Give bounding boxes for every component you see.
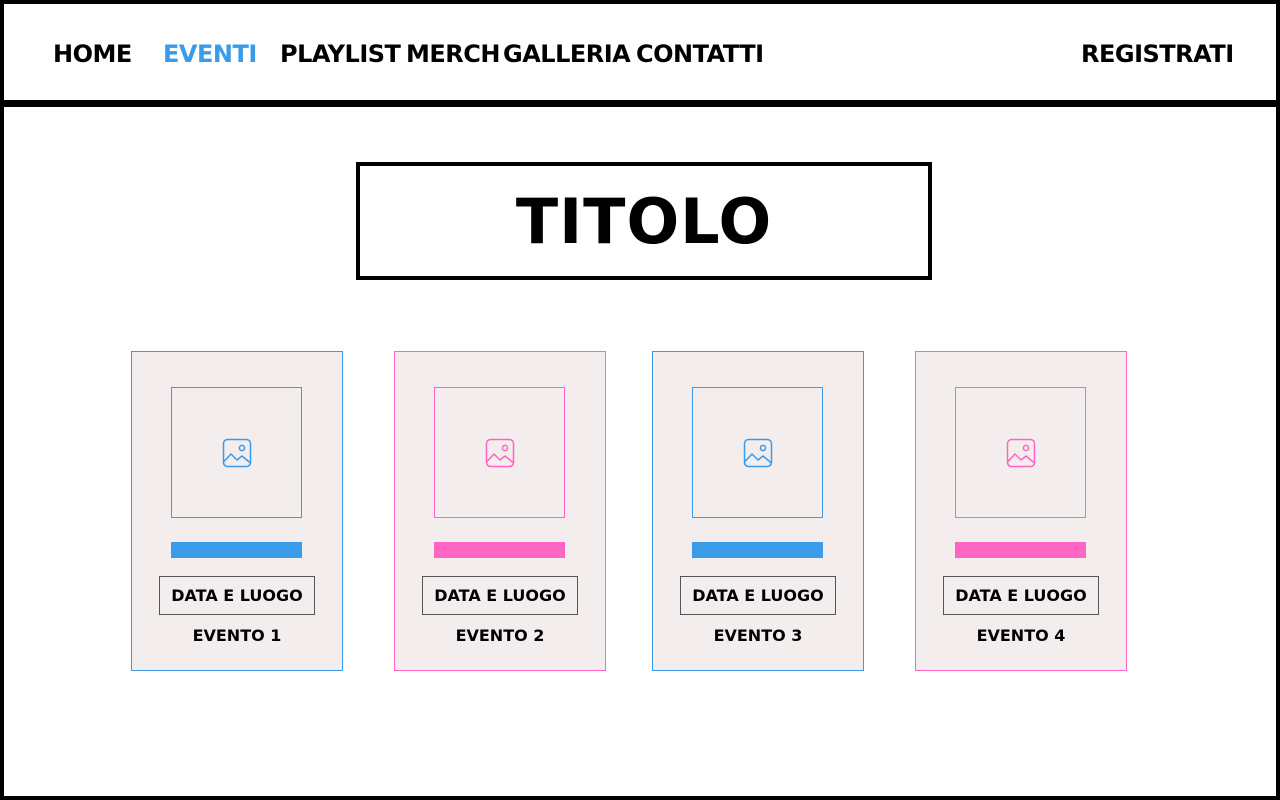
image-placeholder-icon [485,438,514,467]
date-location-button[interactable]: DATA E LUOGO [159,576,315,615]
page-title-box: TITOLO [356,162,932,280]
event-name: EVENTO 4 [976,626,1066,645]
page-frame: HOME EVENTI PLAYLIST MERCH GALLERIA CONT… [0,0,1280,800]
page-title: TITOLO [515,184,773,258]
nav-item-contatti[interactable]: CONTATTI [636,40,764,68]
nav-item-merch[interactable]: MERCH [406,40,500,68]
nav-item-home[interactable]: HOME [53,40,132,68]
nav-item-galleria[interactable]: GALLERIA [503,40,631,68]
event-image-placeholder [692,387,823,518]
event-name: EVENTO 2 [455,626,545,645]
accent-bar [692,542,823,558]
event-card-4[interactable]: DATA E LUOGO EVENTO 4 [915,351,1127,671]
date-location-button[interactable]: DATA E LUOGO [943,576,1099,615]
accent-bar [171,542,302,558]
date-location-button[interactable]: DATA E LUOGO [422,576,578,615]
event-card-2[interactable]: DATA E LUOGO EVENTO 2 [394,351,606,671]
event-image-placeholder [434,387,565,518]
nav-item-playlist[interactable]: PLAYLIST [280,40,401,68]
event-name: EVENTO 3 [713,626,803,645]
date-location-button[interactable]: DATA E LUOGO [680,576,836,615]
event-image-placeholder [955,387,1086,518]
accent-bar [434,542,565,558]
event-name: EVENTO 1 [192,626,282,645]
image-placeholder-icon [743,438,772,467]
event-card-3[interactable]: DATA E LUOGO EVENTO 3 [652,351,864,671]
top-navbar: HOME EVENTI PLAYLIST MERCH GALLERIA CONT… [4,4,1276,107]
image-placeholder-icon [222,438,251,467]
nav-item-eventi[interactable]: EVENTI [163,40,257,68]
image-placeholder-icon [1006,438,1035,467]
event-image-placeholder [171,387,302,518]
event-card-1[interactable]: DATA E LUOGO EVENTO 1 [131,351,343,671]
register-link[interactable]: REGISTRATI [1081,40,1234,68]
accent-bar [955,542,1086,558]
